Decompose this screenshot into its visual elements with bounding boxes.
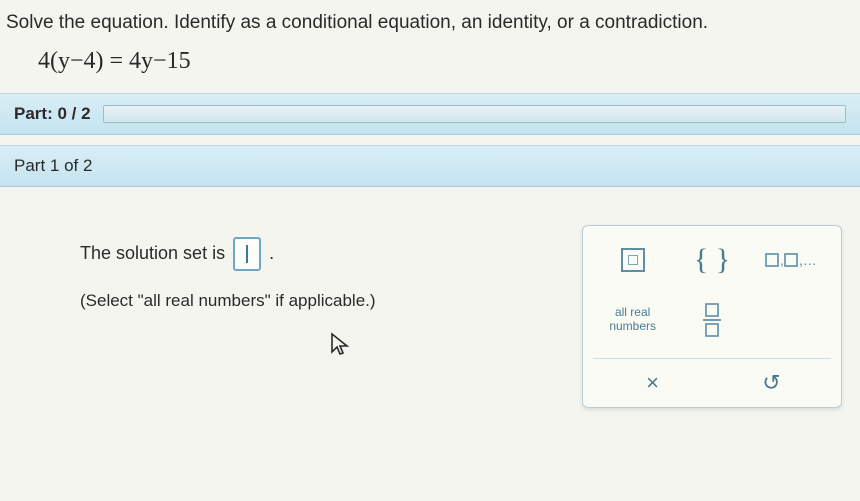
braces-button[interactable]: { } [677,238,747,282]
undo-button[interactable]: ↺ [737,365,807,401]
all-real-label: all real numbers [598,306,668,332]
interval-button[interactable] [598,238,668,282]
work-area: The solution set is . (Select "all real … [0,187,860,467]
sequence-button[interactable]: , ,… [756,238,826,282]
progress-bar [103,105,846,123]
close-icon: × [646,370,659,396]
equation-text: 4(y−4) = 4y−15 [0,42,860,93]
interval-icon [621,248,645,272]
undo-icon: ↺ [762,370,780,396]
progress-band: Part: 0 / 2 [0,93,860,135]
answer-input[interactable] [233,237,261,271]
part-header-label: Part 1 of 2 [14,156,92,175]
sequence-icon: , ,… [765,251,817,269]
part-header-band: Part 1 of 2 [0,145,860,187]
svg-text:,: , [780,252,784,268]
solution-prefix: The solution set is [80,243,225,264]
fraction-button[interactable] [677,298,747,342]
symbol-keypad: { } , ,… all real numbers [582,225,842,408]
progress-label: Part: 0 / 2 [14,104,91,124]
cursor-icon [330,332,350,362]
svg-text:,…: ,… [799,252,817,268]
question-prompt: Solve the equation. Identify as a condit… [0,0,860,42]
braces-icon: { } [694,243,730,277]
all-real-numbers-button[interactable]: all real numbers [598,298,668,342]
solution-suffix: . [269,243,274,264]
fraction-icon [702,303,722,337]
clear-button[interactable]: × [618,365,688,401]
keypad-spacer [756,298,826,342]
